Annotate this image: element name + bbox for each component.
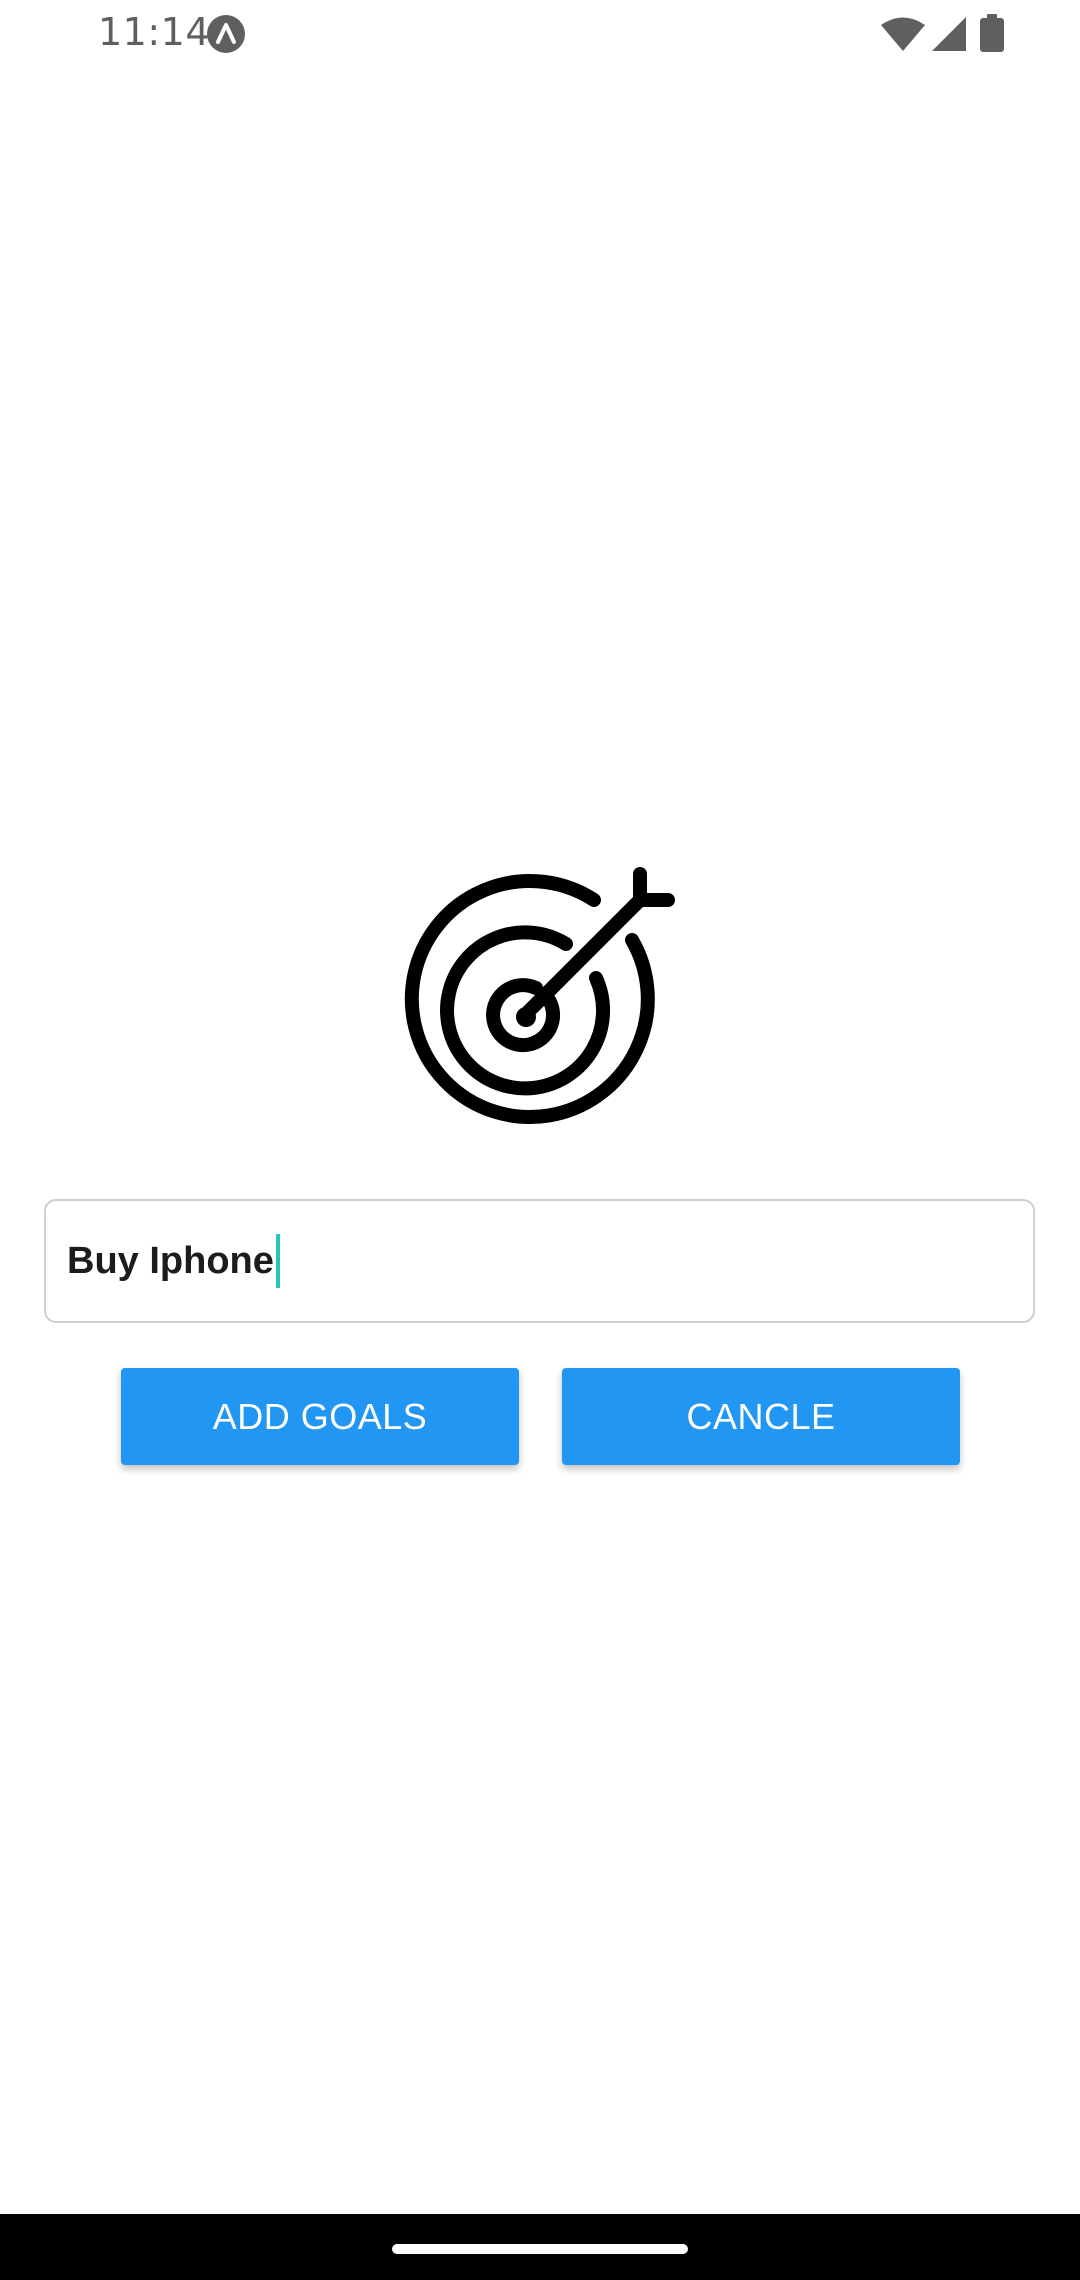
status-icons — [840, 0, 1080, 66]
target-icon — [404, 867, 675, 1124]
cancel-button-label: CANCLE — [686, 1395, 836, 1437]
status-time: 11:14 — [98, 10, 211, 54]
wifi-icon — [881, 17, 925, 51]
cell-signal-icon — [932, 17, 966, 51]
battery-icon — [980, 14, 1004, 52]
goal-input-value: Buy Iphone — [67, 1239, 274, 1282]
goal-input[interactable]: Buy Iphone — [44, 1199, 1035, 1323]
expo-icon — [207, 15, 245, 53]
add-goals-button-label: ADD GOALS — [212, 1395, 428, 1437]
text-caret — [275, 1234, 280, 1288]
home-gesture-handle[interactable] — [392, 2244, 688, 2254]
status-bar: 11:14 — [0, 0, 1080, 66]
navigation-bar — [0, 2214, 1080, 2280]
add-goals-button[interactable]: ADD GOALS — [121, 1368, 519, 1465]
cancel-button[interactable]: CANCLE — [562, 1368, 960, 1465]
